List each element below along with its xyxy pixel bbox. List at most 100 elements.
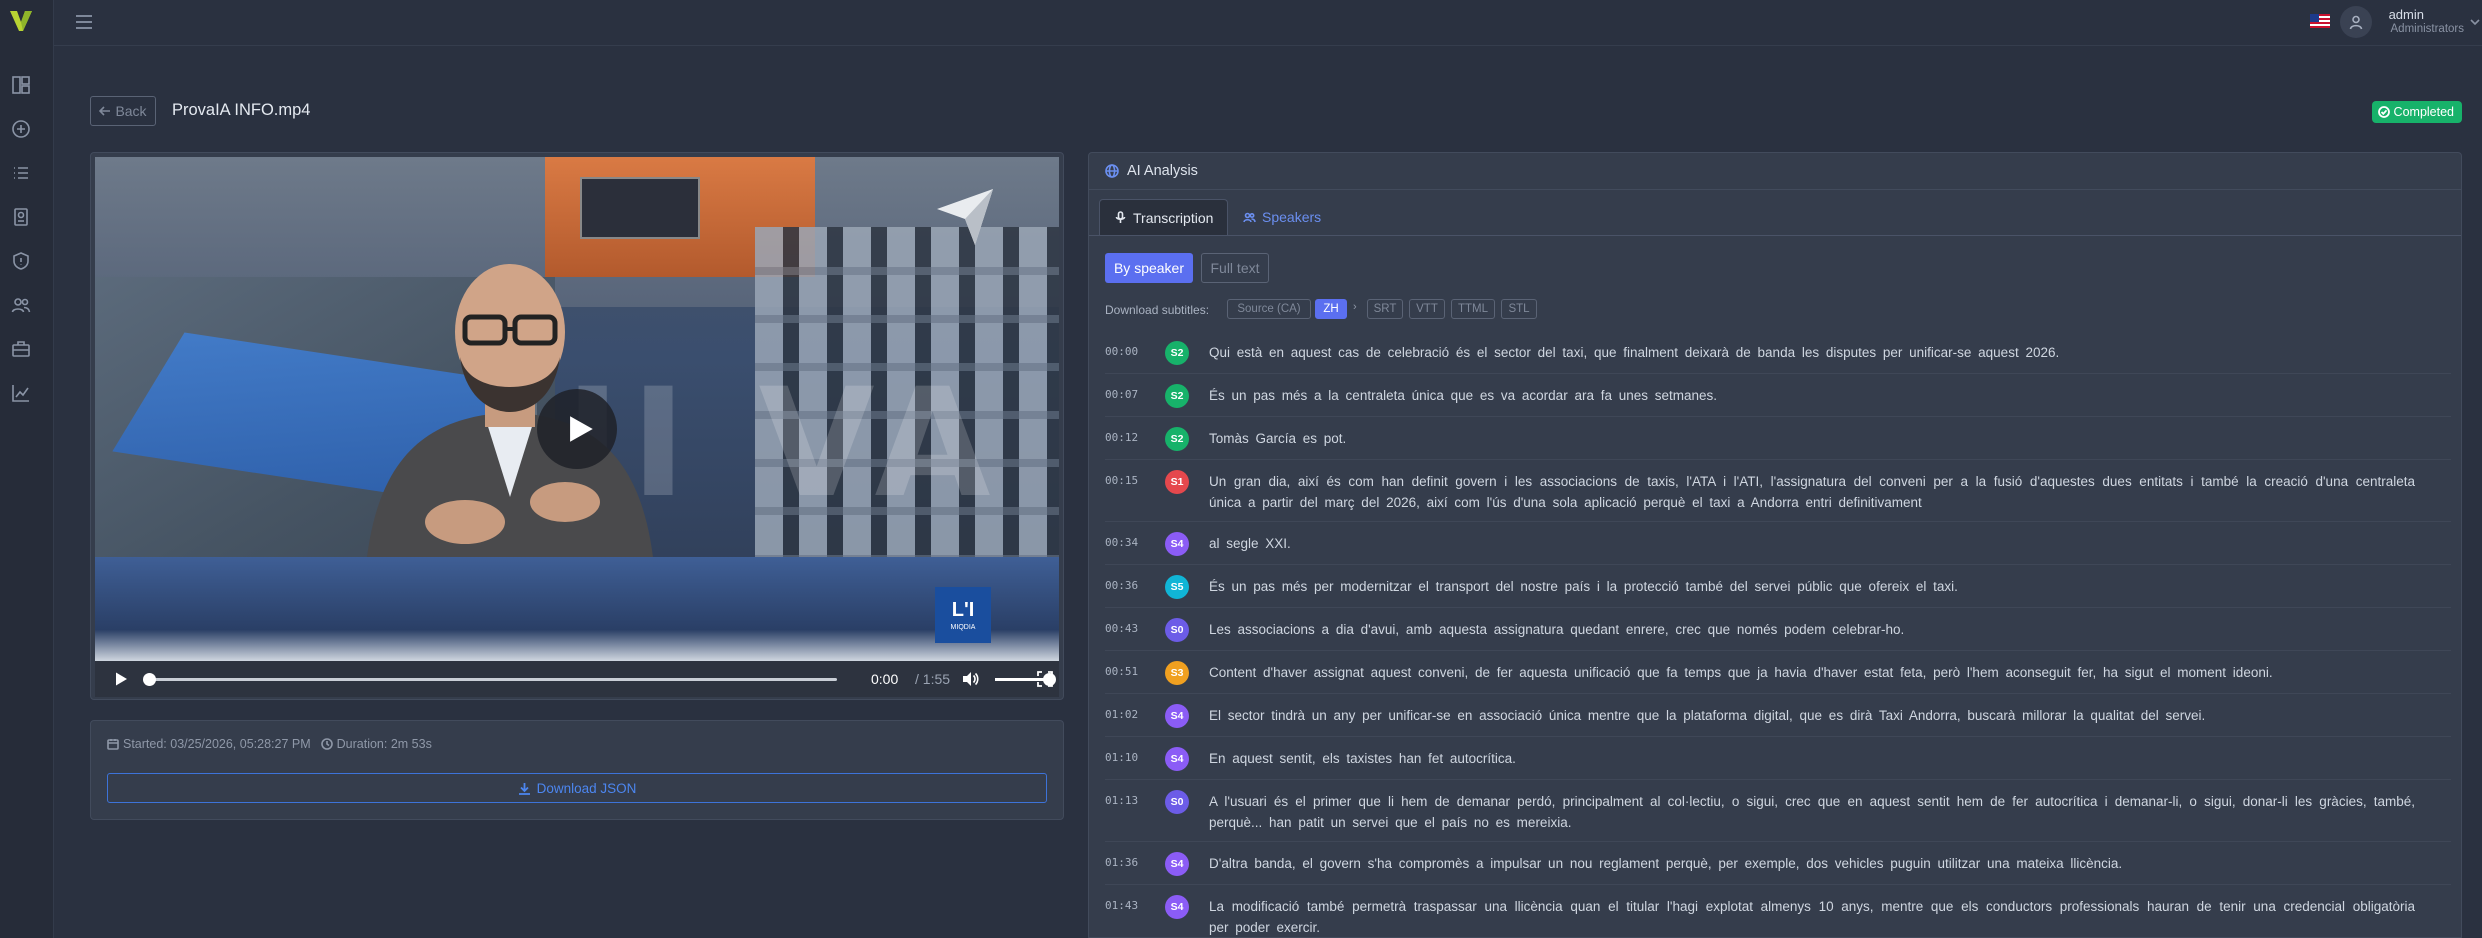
full-text-button[interactable]: Full text xyxy=(1201,253,1269,283)
speaker-badge: S0 xyxy=(1165,618,1189,642)
by-speaker-button[interactable]: By speaker xyxy=(1105,253,1193,283)
format-stl[interactable]: STL xyxy=(1501,299,1537,319)
transcript-row[interactable]: 00:00 S2 Qui està en aquest cas de celebra… xyxy=(1105,331,2451,374)
globe-icon xyxy=(1105,164,1119,178)
status-badge-label: Completed xyxy=(2393,105,2454,119)
list-icon[interactable] xyxy=(10,162,32,184)
chevron-down-icon[interactable] xyxy=(2470,14,2480,26)
video-scene-desk xyxy=(95,557,1059,661)
segment-text: Les associacions a dia d'avui, amb aques… xyxy=(1209,622,1905,637)
segment-timestamp[interactable]: 00:15 xyxy=(1105,474,1138,487)
segment-timestamp[interactable]: 00:00 xyxy=(1105,345,1138,358)
clock-icon xyxy=(320,738,333,750)
segment-text: És un pas més a la centraleta única que … xyxy=(1209,388,1718,403)
presenter-figure xyxy=(365,264,655,577)
brand-logo[interactable] xyxy=(8,8,34,34)
users-icon xyxy=(1243,212,1256,222)
avatar[interactable] xyxy=(2340,6,2372,38)
chevron-right-icon: › xyxy=(1353,301,1357,313)
tab-transcription-label: Transcription xyxy=(1133,209,1214,226)
transcript-row[interactable]: 00:36 S5 És un pas més per modernitzar el … xyxy=(1105,565,2451,608)
ai-analysis-header: AI Analysis xyxy=(1105,163,1198,179)
topbar: admin Administrators xyxy=(54,0,2482,46)
seek-handle[interactable] xyxy=(143,673,156,686)
download-icon xyxy=(518,782,530,795)
user-name[interactable]: admin xyxy=(2389,7,2424,22)
segment-timestamp[interactable]: 00:51 xyxy=(1105,665,1138,678)
transcript-row[interactable]: 00:12 S2 Tomàs García es pot. xyxy=(1105,417,2451,460)
transcript-row[interactable]: 00:43 S0 Les associacions a dia d'avui, am… xyxy=(1105,608,2451,651)
calendar-icon xyxy=(107,739,119,750)
add-circle-icon[interactable] xyxy=(10,118,32,140)
speaker-badge: S4 xyxy=(1165,895,1189,919)
lang-zh[interactable]: ZH xyxy=(1315,299,1347,319)
speaker-badge: S4 xyxy=(1165,704,1189,728)
speaker-badge: S4 xyxy=(1165,747,1189,771)
segment-timestamp[interactable]: 00:34 xyxy=(1105,536,1138,549)
speaker-badge: S2 xyxy=(1165,341,1189,365)
dashboard-icon[interactable] xyxy=(10,74,32,96)
back-button[interactable]: Back xyxy=(90,96,156,126)
transcript-row[interactable]: 00:51 S3 Content d'haver assignat aquest c… xyxy=(1105,651,2451,694)
started-at: Started: 03/25/2026, 05:28:27 PM xyxy=(123,737,311,751)
transcript-row[interactable]: 00:34 S4 al segle XXI. xyxy=(1105,522,2451,565)
channel-arrow-logo xyxy=(937,189,993,245)
tab-speakers-label: Speakers xyxy=(1262,209,1322,225)
chart-icon[interactable] xyxy=(10,382,32,404)
tab-transcription[interactable]: Transcription xyxy=(1099,199,1229,235)
transcript-row[interactable]: 01:36 S4 D'altra banda, el govern s'ha com… xyxy=(1105,842,2451,885)
big-play-button[interactable] xyxy=(537,389,617,469)
us-flag-icon[interactable] xyxy=(2310,14,2330,28)
segment-text: Content d'haver assignat aquest conveni,… xyxy=(1209,665,2273,680)
segment-timestamp[interactable]: 01:02 xyxy=(1105,708,1138,721)
format-srt[interactable]: SRT xyxy=(1367,299,1403,319)
speaker-badge: S1 xyxy=(1165,470,1189,494)
transcript-row[interactable]: 01:10 S4 En aquest sentit, els taxistes ha… xyxy=(1105,737,2451,780)
sidebar xyxy=(0,0,54,938)
segment-text: D'altra banda, el govern s'ha compromès … xyxy=(1209,856,2123,871)
recording-info-card: Started: 03/25/2026, 05:28:27 PM Duratio… xyxy=(90,720,1064,820)
seek-bar[interactable] xyxy=(147,678,837,681)
segment-text: Tomàs García es pot. xyxy=(1209,431,1347,446)
users-icon[interactable] xyxy=(10,294,32,316)
video-player: HI VA L'I MIQDIA 0:00 / 1:55 xyxy=(90,152,1064,700)
segment-timestamp[interactable]: 01:10 xyxy=(1105,751,1138,764)
briefcase-icon[interactable] xyxy=(10,338,32,360)
segment-timestamp[interactable]: 00:43 xyxy=(1105,622,1138,635)
fullscreen-icon[interactable] xyxy=(1037,671,1053,687)
arrow-left-icon xyxy=(99,106,111,116)
shield-icon[interactable] xyxy=(10,250,32,272)
transcript-row[interactable]: 01:02 S4 El sector tindrà un any per unifi… xyxy=(1105,694,2451,737)
back-button-label: Back xyxy=(115,103,147,119)
download-subtitles-label: Download subtitles: xyxy=(1105,303,1210,317)
volume-icon[interactable] xyxy=(961,670,979,688)
transcript-list: 00:00 S2 Qui està en aquest cas de celebra… xyxy=(1105,331,2451,937)
play-button[interactable] xyxy=(113,671,129,687)
segment-timestamp[interactable]: 00:36 xyxy=(1105,579,1138,592)
badge-icon[interactable] xyxy=(10,206,32,228)
segment-timestamp[interactable]: 00:07 xyxy=(1105,388,1138,401)
segment-timestamp[interactable]: 01:36 xyxy=(1105,856,1138,869)
check-circle-icon xyxy=(2377,106,2390,118)
tab-speakers[interactable]: Speakers xyxy=(1229,199,1335,235)
segment-timestamp[interactable]: 01:43 xyxy=(1105,899,1138,912)
transcript-row[interactable]: 00:07 S2 És un pas més a la centraleta úni… xyxy=(1105,374,2451,417)
transcript-row[interactable]: 01:13 S0 A l'usuari és el primer que li he… xyxy=(1105,780,2451,842)
format-vtt[interactable]: VTT xyxy=(1409,299,1445,319)
segment-text: En aquest sentit, els taxistes han fet a… xyxy=(1209,751,1516,766)
channel-logo-sub: MIQDIA xyxy=(950,624,976,631)
segment-text: A l'usuari és el primer que li hem de de… xyxy=(1209,794,2415,830)
play-icon xyxy=(116,672,127,686)
segment-timestamp[interactable]: 00:12 xyxy=(1105,431,1138,444)
transcript-row[interactable]: 00:15 S1 Un gran dia, així és com han defi… xyxy=(1105,460,2451,522)
transcript-row[interactable]: 01:43 S4 La modificació també permetrà tra… xyxy=(1105,885,2451,937)
video-frame[interactable]: HI VA L'I MIQDIA xyxy=(95,157,1059,661)
segment-timestamp[interactable]: 01:13 xyxy=(1105,794,1138,807)
segment-text: Qui està en aquest cas de celebració és … xyxy=(1209,345,2060,360)
download-json-button[interactable]: Download JSON xyxy=(107,773,1047,803)
menu-toggle-icon[interactable] xyxy=(74,12,96,32)
format-ttml[interactable]: TTML xyxy=(1451,299,1495,319)
lang-source-ca[interactable]: Source (CA) xyxy=(1227,299,1311,319)
video-controls: 0:00 / 1:55 xyxy=(95,661,1059,697)
tabs-divider xyxy=(1089,235,2461,236)
